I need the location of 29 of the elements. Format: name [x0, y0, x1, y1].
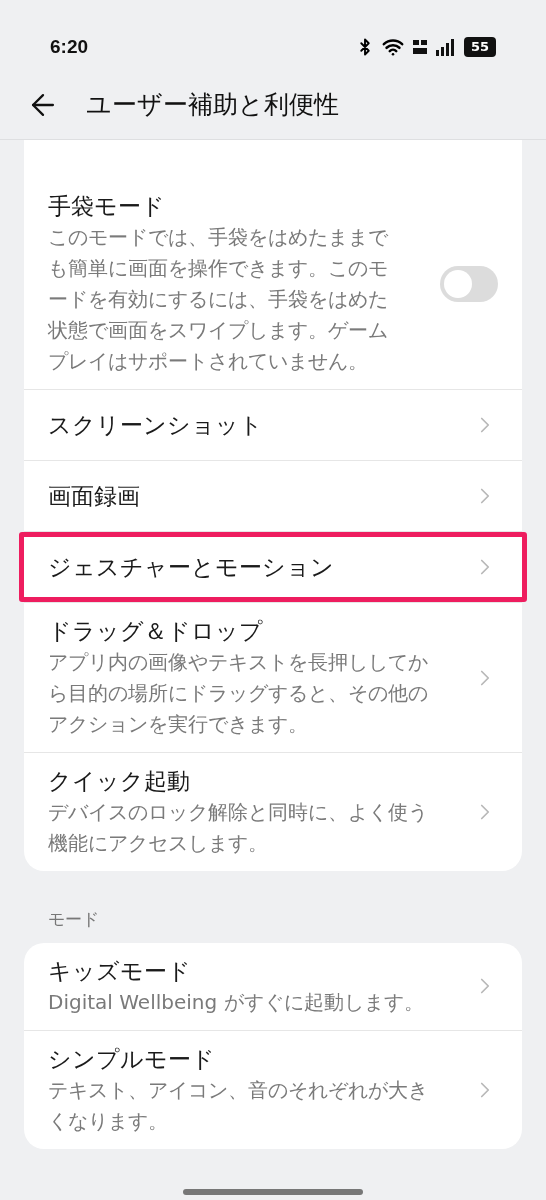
row-description: このモードでは、手袋をはめたままでも簡単に画面を操作できます。このモードを有効にするには、手袋をはめた状態で画面をスワイプします。ゲームプレイはサポートされていません。	[48, 224, 389, 375]
settings-row[interactable]: キッズモード Digital Wellbeing がすぐに起動します。	[24, 942, 522, 1030]
signal-icon	[436, 38, 456, 56]
row-description: デバイスのロック解除と同時に、よく使う機能にアクセスします。	[48, 799, 429, 857]
row-title: 画面録画	[48, 482, 141, 511]
row-title: シンプルモード	[48, 1044, 216, 1074]
settings-row[interactable]: ドラッグ＆ドロップ アプリ内の画像やテキストを長押ししてから目的の場所にドラッグすると、その他のアクションを実行できます。	[24, 603, 522, 752]
row-description: Digital Wellbeing がすぐに起動します。	[48, 988, 425, 1016]
settings-row[interactable]: スクリーンショット	[24, 390, 522, 460]
settings-row[interactable]: 画面録画	[24, 461, 522, 531]
settings-row[interactable]: ジェスチャーとモーション	[19, 532, 527, 602]
row-description: テキスト、アイコン、音のそれぞれが大きくなります。	[48, 1076, 429, 1135]
row-title: クイック起動	[48, 767, 191, 796]
row-title: ジェスチャーとモーション	[48, 553, 335, 582]
wifi-icon	[382, 36, 404, 58]
row-title: スクリーンショット	[48, 411, 264, 440]
row-title: ドラッグ＆ドロップ	[48, 617, 264, 646]
settings-row[interactable]: シンプルモード テキスト、アイコン、音のそれぞれが大きくなります。	[24, 1030, 522, 1149]
row-description: アプリ内の画像やテキストを長押ししてから目的の場所にドラッグすると、その他のアクションを実行できます。	[48, 649, 429, 738]
section-label: モード	[47, 908, 100, 931]
battery-indicator: 55	[464, 37, 496, 57]
settings-row[interactable]: 手袋モード このモードでは、手袋をはめたままでも簡単に画面を操作できます。このモードを有効にするには、手袋をはめた状態で画面をスワイプします。ゲームプレイはサポートされていません。	[24, 178, 522, 389]
settings-row[interactable]: クイック起動 デバイスのロック解除と同時に、よく使う機能にアクセスします。	[24, 753, 522, 871]
toggle-switch[interactable]	[440, 265, 498, 302]
row-title: 手袋モード	[48, 192, 166, 221]
page-title: ユーザー補助と利便性	[86, 88, 339, 121]
home-indicator[interactable]	[183, 1189, 363, 1195]
row-title: キッズモード	[48, 956, 192, 986]
status-time: 6:20	[50, 34, 89, 59]
